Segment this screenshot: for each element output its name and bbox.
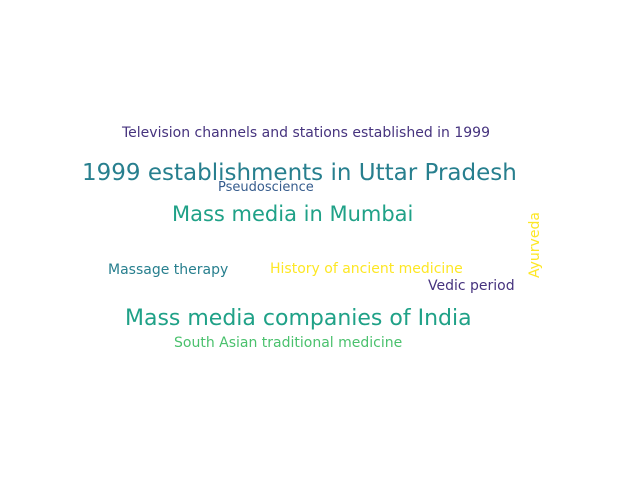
word-history-ancient-medicine: History of ancient medicine [270, 261, 463, 277]
word-ayurveda: Ayurveda [527, 212, 543, 278]
word-mass-media-companies-india: Mass media companies of India [125, 306, 472, 331]
word-mass-media-mumbai: Mass media in Mumbai [172, 202, 414, 226]
word-pseudoscience: Pseudoscience [218, 180, 314, 195]
word-television-channels: Television channels and stations establi… [122, 125, 490, 141]
word-cloud: Television channels and stations establi… [0, 0, 640, 480]
word-south-asian-traditional-medicine: South Asian traditional medicine [174, 335, 403, 351]
word-vedic-period: Vedic period [428, 278, 515, 294]
word-massage-therapy: Massage therapy [108, 262, 229, 278]
